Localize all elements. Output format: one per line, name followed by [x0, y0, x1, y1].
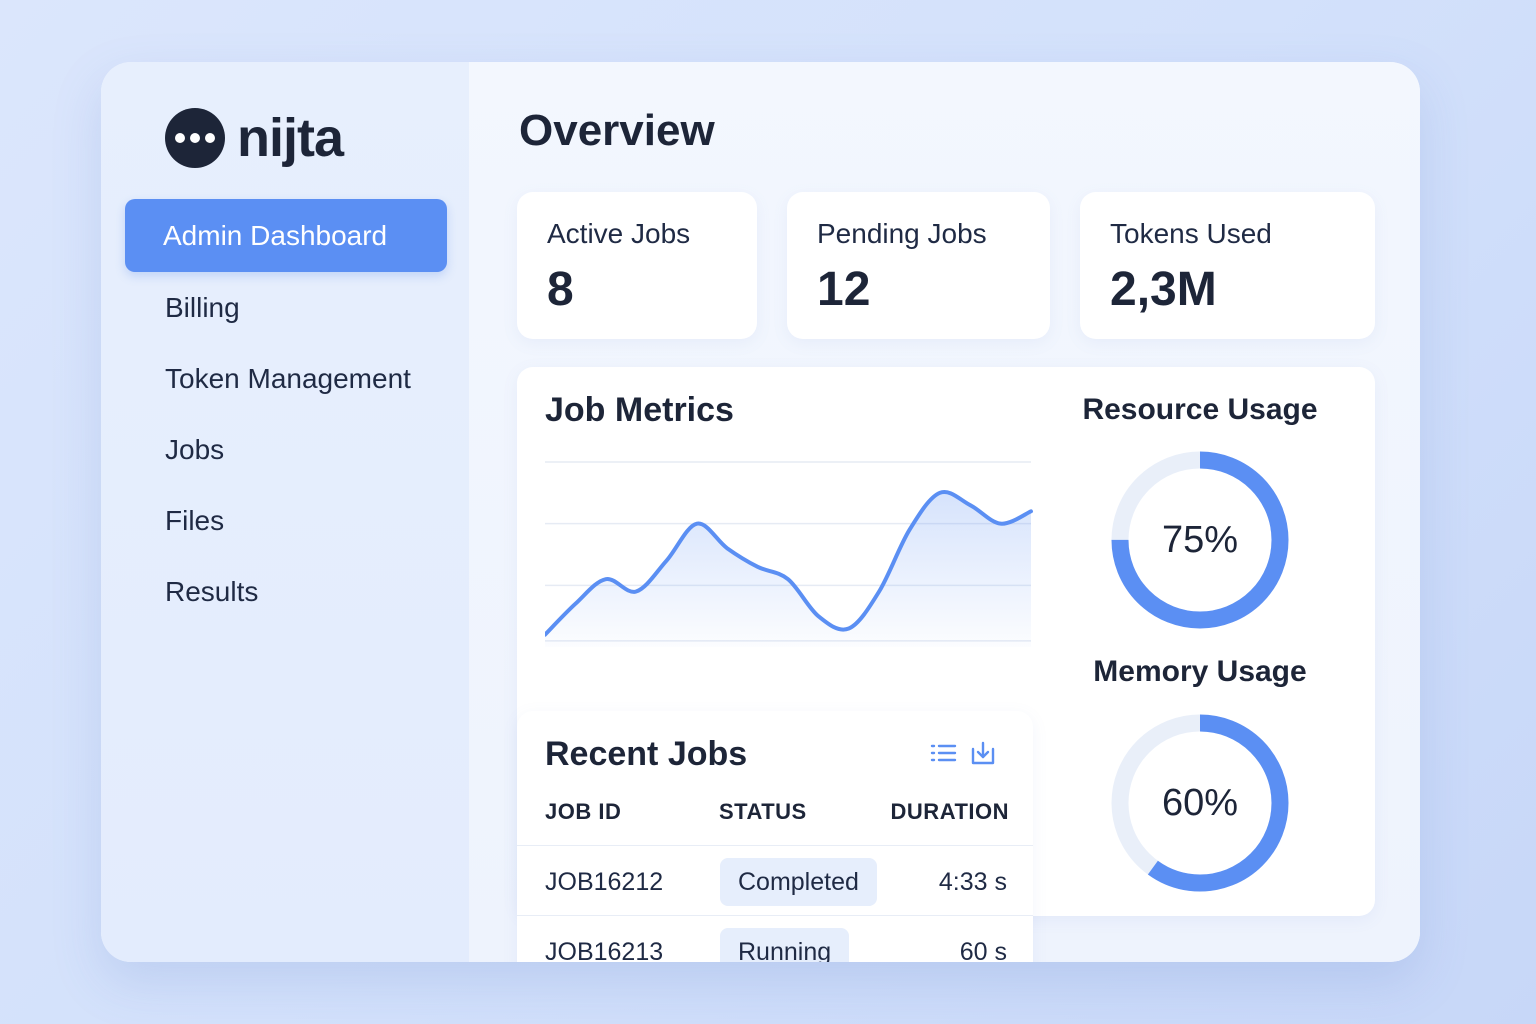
- job-metrics-title: Job Metrics: [545, 391, 734, 429]
- sidebar-item-jobs[interactable]: Jobs: [125, 414, 447, 485]
- column-header-job-id[interactable]: JOB ID: [545, 799, 621, 825]
- stat-label: Tokens Used: [1110, 218, 1272, 249]
- stat-label: Pending Jobs: [817, 218, 987, 249]
- brand-logo[interactable]: nijta: [165, 108, 344, 168]
- sidebar-item-files[interactable]: Files: [125, 485, 447, 556]
- stat-card-tokens-used[interactable]: Tokens Used 2,3M: [1080, 192, 1375, 339]
- memory-usage-title: Memory Usage: [1093, 655, 1307, 688]
- table-row[interactable]: JOB16213 Running 60 s: [517, 915, 1033, 962]
- list-icon[interactable]: [929, 739, 957, 767]
- stat-label: Active Jobs: [547, 218, 691, 249]
- memory-usage-value: 60%: [1161, 781, 1239, 824]
- recent-jobs-title: Recent Jobs: [545, 735, 748, 773]
- sidebar-item-token-management[interactable]: Token Management: [125, 343, 447, 414]
- sidebar-item-results[interactable]: Results: [125, 556, 447, 627]
- logo-dots-icon: [165, 108, 225, 168]
- brand-name: nijta: [237, 108, 344, 168]
- job-metrics-chart: [545, 461, 1033, 647]
- job-id: JOB16212: [545, 868, 664, 896]
- main-content: Overview Active Jobs 8 Pending Jobs 12 T…: [469, 62, 1420, 962]
- resource-usage-title: Resource Usage: [1082, 393, 1318, 426]
- table-row[interactable]: JOB16212 Completed 4:33 s: [517, 845, 1033, 915]
- download-icon[interactable]: [969, 739, 997, 767]
- job-id: JOB16213: [545, 938, 664, 962]
- job-duration: 60 s: [959, 938, 1007, 962]
- memory-usage-gauge: 60%: [1110, 713, 1290, 893]
- chart-area-fill: [545, 491, 1031, 647]
- sidebar-nav: Admin Dashboard Billing Token Management…: [125, 199, 447, 627]
- app-window: nijta Admin Dashboard Billing Token Mana…: [101, 62, 1420, 962]
- job-duration: 4:33 s: [938, 868, 1007, 896]
- column-header-duration[interactable]: DURATION: [891, 799, 1009, 825]
- column-header-status[interactable]: STATUS: [719, 799, 807, 825]
- status-badge: Completed: [720, 858, 877, 906]
- stat-value: 8: [547, 263, 574, 316]
- sidebar-item-admin-dashboard[interactable]: Admin Dashboard: [125, 199, 447, 272]
- page-title: Overview: [519, 106, 715, 155]
- stat-value: 2,3M: [1110, 263, 1217, 316]
- stat-card-pending-jobs[interactable]: Pending Jobs 12: [787, 192, 1050, 339]
- recent-jobs-card: Recent Jobs JOB ID STATUS DURATION JOB16…: [517, 711, 1033, 962]
- sidebar-item-billing[interactable]: Billing: [125, 272, 447, 343]
- resource-usage-gauge: 75%: [1110, 450, 1290, 630]
- status-badge: Running: [720, 928, 850, 962]
- sidebar: nijta Admin Dashboard Billing Token Mana…: [101, 62, 469, 962]
- stat-value: 12: [817, 263, 871, 316]
- resource-usage-value: 75%: [1161, 518, 1239, 561]
- stat-card-active-jobs[interactable]: Active Jobs 8: [517, 192, 757, 339]
